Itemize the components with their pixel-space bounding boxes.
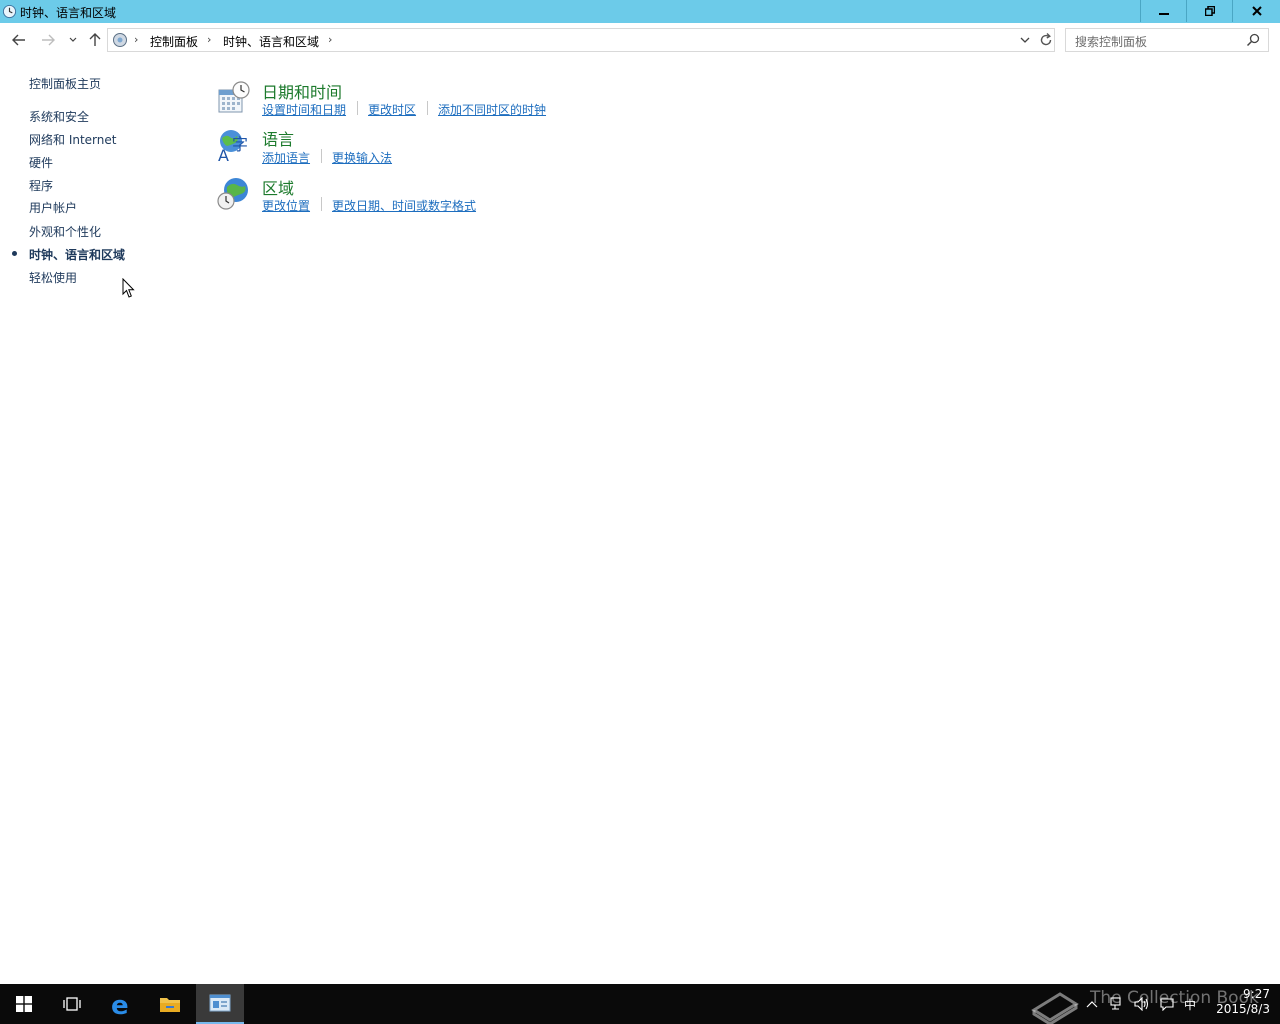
navigation-bar: › 控制面板 › 时钟、语言和区域 › 搜索控制面板 bbox=[0, 23, 1280, 57]
title-bar: 时钟、语言和区域 bbox=[0, 0, 1280, 23]
control-panel-window-icon bbox=[209, 994, 231, 1012]
chevron-down-icon bbox=[69, 37, 77, 42]
sidebar-item-network-internet[interactable]: 网络和 Internet bbox=[29, 131, 116, 148]
forward-arrow-icon bbox=[42, 34, 55, 46]
up-button[interactable] bbox=[84, 29, 106, 51]
minimize-button[interactable] bbox=[1140, 0, 1186, 22]
folder-icon bbox=[160, 998, 180, 1012]
link-separator bbox=[321, 197, 322, 211]
start-button[interactable] bbox=[0, 984, 48, 1024]
link-add-clocks[interactable]: 添加不同时区的时钟 bbox=[438, 101, 546, 118]
minimize-icon bbox=[1158, 13, 1169, 15]
edge-browser-button[interactable]: e bbox=[98, 984, 146, 1024]
task-view-icon bbox=[63, 997, 81, 1011]
restore-button[interactable] bbox=[1186, 0, 1232, 22]
back-arrow-icon bbox=[12, 34, 25, 46]
sidebar-item-system-security[interactable]: 系统和安全 bbox=[29, 108, 89, 125]
file-explorer-button[interactable] bbox=[146, 984, 194, 1024]
close-icon bbox=[1251, 6, 1262, 16]
recent-locations-button[interactable] bbox=[62, 29, 84, 51]
breadcrumb-separator[interactable]: › bbox=[134, 33, 138, 46]
search-placeholder: 搜索控制面板 bbox=[1075, 35, 1148, 49]
link-set-time-date[interactable]: 设置时间和日期 bbox=[262, 101, 346, 118]
volume-icon[interactable] bbox=[1134, 997, 1150, 1011]
task-view-button[interactable] bbox=[48, 984, 96, 1024]
address-bar[interactable]: › 控制面板 › 时钟、语言和区域 › bbox=[107, 28, 1055, 52]
link-add-language[interactable]: 添加语言 bbox=[262, 149, 310, 166]
show-hidden-icons-icon[interactable] bbox=[1086, 1000, 1098, 1008]
back-button[interactable] bbox=[8, 29, 30, 51]
action-center-icon[interactable] bbox=[1160, 997, 1174, 1011]
breadcrumb-clock-language-region[interactable]: 时钟、语言和区域 bbox=[223, 33, 319, 50]
breadcrumb-separator[interactable]: › bbox=[207, 33, 211, 46]
sidebar-item-user-accounts[interactable]: 用户帐户 bbox=[29, 199, 77, 216]
link-change-input-method[interactable]: 更换输入法 bbox=[332, 149, 392, 166]
clock-date: 2015/8/3 bbox=[1216, 1002, 1270, 1016]
category-title-region[interactable]: 区域 bbox=[262, 175, 294, 199]
link-separator bbox=[427, 101, 428, 115]
svg-text:A: A bbox=[218, 146, 229, 162]
clock-region-app-icon bbox=[2, 4, 17, 19]
taskbar: e The Collection Book 中 9:27 2015/8/3 bbox=[0, 984, 1280, 1024]
forward-button[interactable] bbox=[37, 29, 59, 51]
sidebar-item-clock-language-region: 时钟、语言和区域 bbox=[29, 248, 126, 262]
book-watermark-icon bbox=[1031, 992, 1079, 1024]
mouse-cursor-icon bbox=[122, 278, 135, 298]
system-tray: 中 bbox=[1086, 984, 1196, 1024]
refresh-icon[interactable] bbox=[1038, 31, 1054, 49]
search-input[interactable]: 搜索控制面板 bbox=[1065, 28, 1269, 52]
control-panel-home-link[interactable]: 控制面板主页 bbox=[29, 75, 101, 92]
link-separator bbox=[321, 149, 322, 163]
windows-logo-icon bbox=[16, 996, 32, 1012]
breadcrumb-separator[interactable]: › bbox=[328, 33, 332, 46]
sidebar-item-hardware[interactable]: 硬件 bbox=[29, 154, 53, 171]
calendar-clock-icon[interactable] bbox=[217, 81, 251, 115]
close-button[interactable] bbox=[1232, 0, 1280, 22]
category-title-date-time[interactable]: 日期和时间 bbox=[262, 79, 342, 103]
sidebar-item-appearance[interactable]: 外观和个性化 bbox=[29, 223, 101, 240]
svg-text:e: e bbox=[111, 992, 129, 1016]
link-change-formats[interactable]: 更改日期、时间或数字格式 bbox=[332, 197, 476, 214]
language-globe-icon[interactable]: A 字 bbox=[217, 128, 251, 162]
svg-text:字: 字 bbox=[232, 135, 248, 154]
taskbar-clock[interactable]: 9:27 2015/8/3 bbox=[1212, 987, 1270, 1017]
network-icon[interactable] bbox=[1110, 997, 1124, 1011]
region-globe-icon[interactable] bbox=[217, 177, 251, 211]
search-icon[interactable] bbox=[1246, 33, 1260, 47]
address-dropdown-icon[interactable] bbox=[1020, 33, 1030, 47]
sidebar-item-programs[interactable]: 程序 bbox=[29, 177, 53, 194]
link-separator bbox=[357, 101, 358, 115]
active-indicator bbox=[12, 251, 17, 256]
sidebar-item-ease-of-access[interactable]: 轻松使用 bbox=[29, 269, 77, 286]
edge-icon: e bbox=[111, 992, 129, 1016]
restore-icon bbox=[1204, 6, 1215, 16]
link-change-time-zone[interactable]: 更改时区 bbox=[368, 101, 416, 118]
control-panel-taskbar-button[interactable] bbox=[196, 984, 244, 1024]
clock-time: 9:27 bbox=[1243, 987, 1270, 1001]
control-panel-icon bbox=[113, 33, 127, 47]
link-change-location[interactable]: 更改位置 bbox=[262, 197, 310, 214]
window-title: 时钟、语言和区域 bbox=[20, 6, 117, 20]
input-method-indicator[interactable]: 中 bbox=[1184, 996, 1196, 1013]
category-title-language[interactable]: 语言 bbox=[262, 126, 294, 150]
breadcrumb-control-panel[interactable]: 控制面板 bbox=[150, 33, 198, 50]
up-arrow-icon bbox=[89, 33, 101, 46]
